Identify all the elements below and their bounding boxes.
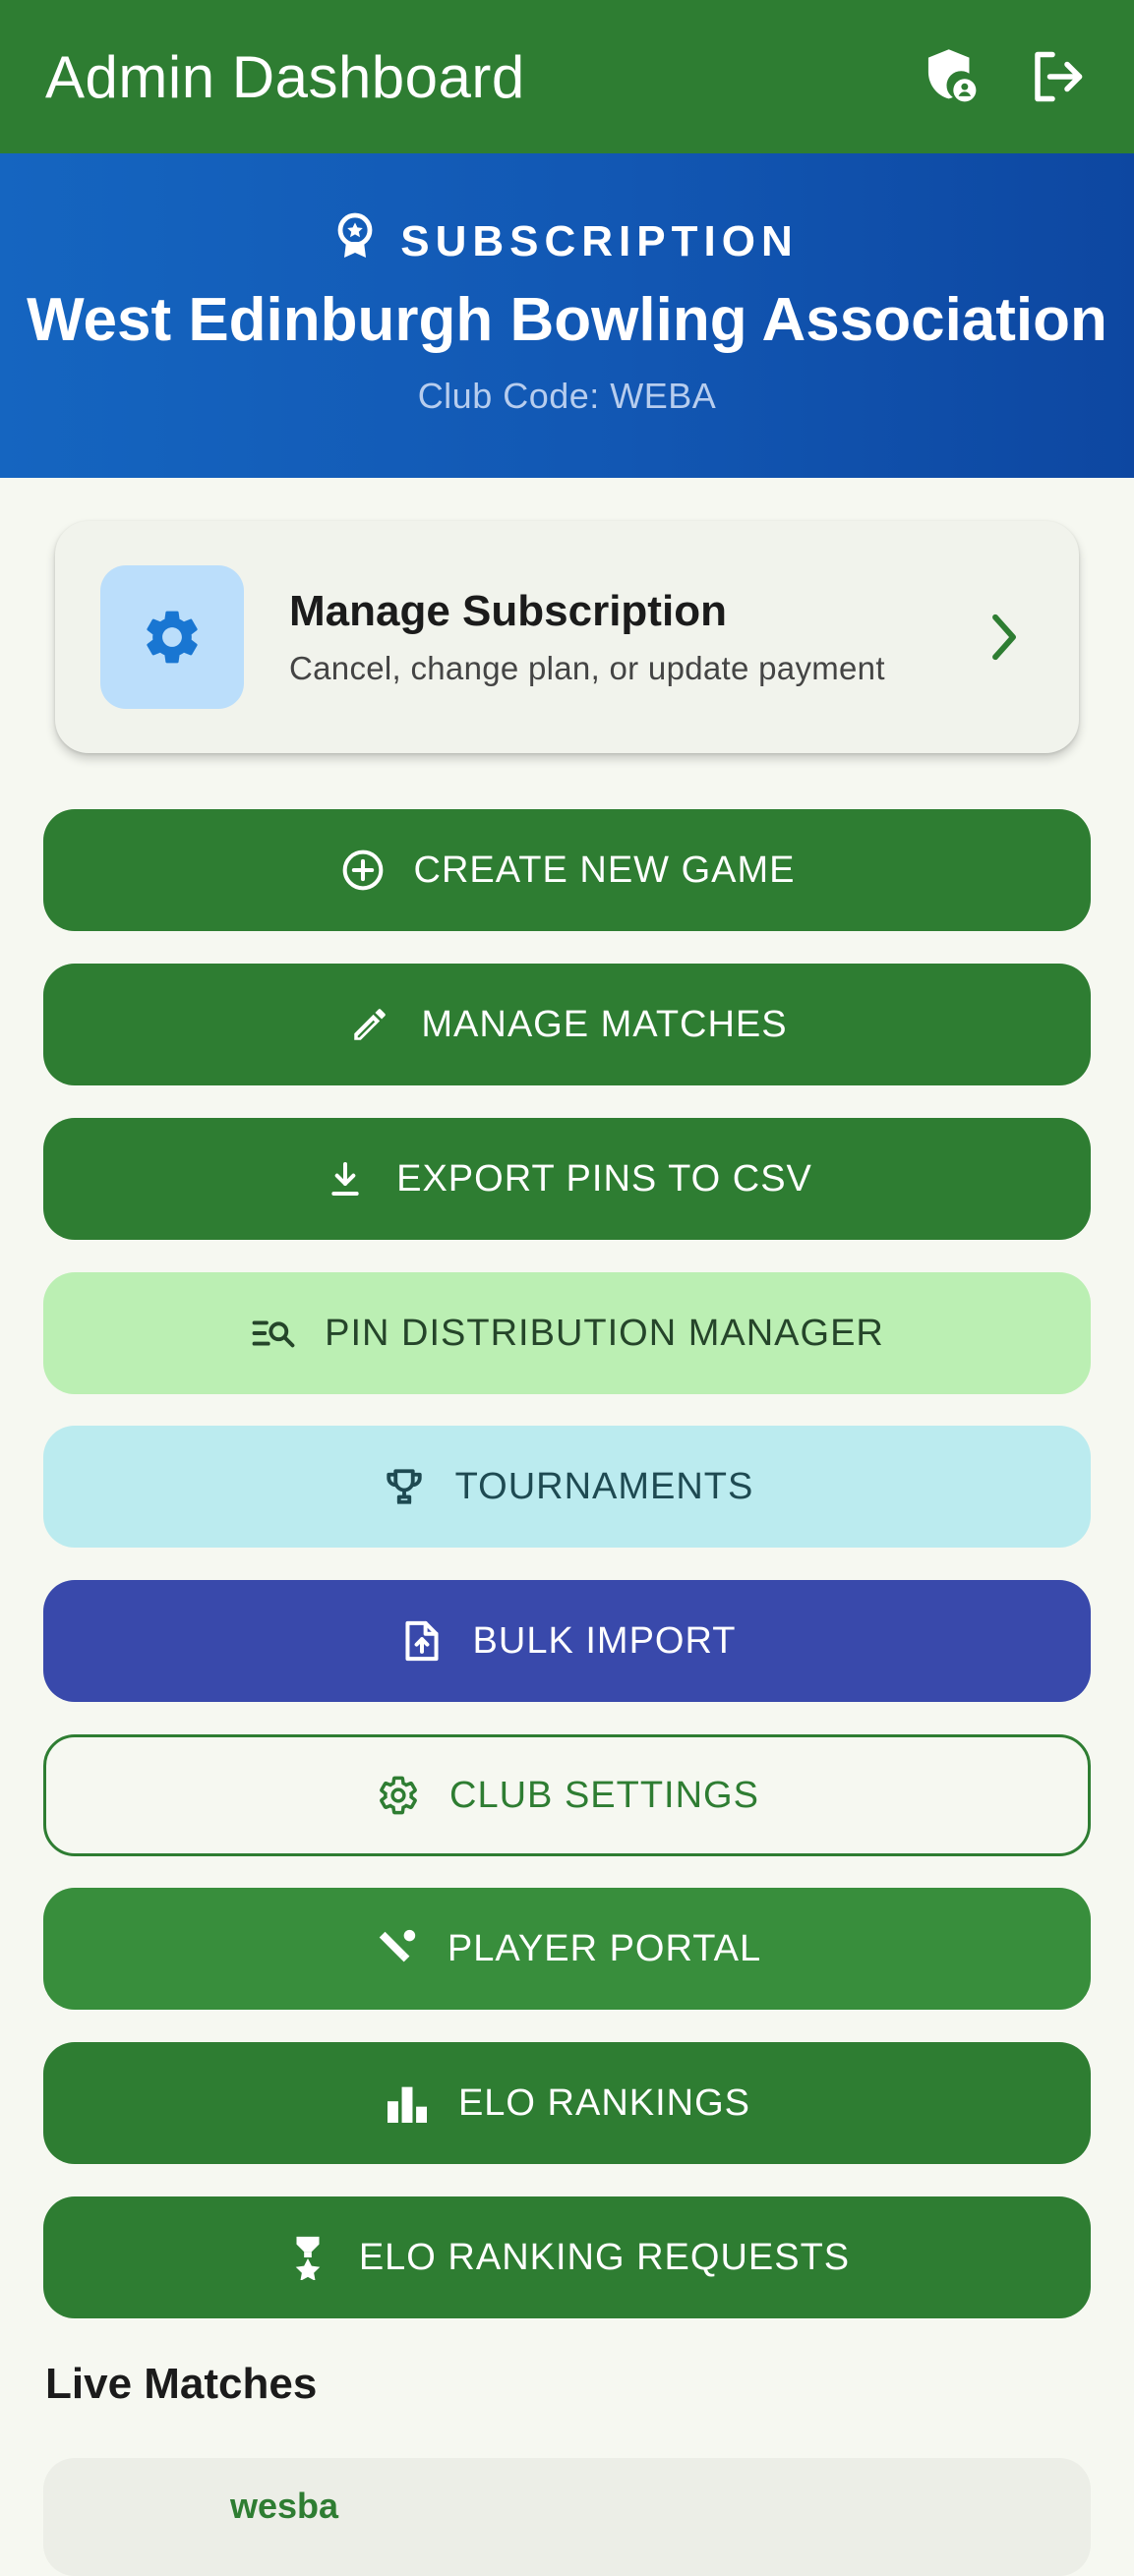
- elo-rankings-button[interactable]: ELO RANKINGS: [43, 2042, 1091, 2164]
- subscription-banner: SUBSCRIPTION West Edinburgh Bowling Asso…: [0, 153, 1134, 478]
- admin-shield-icon[interactable]: [920, 45, 983, 108]
- button-label: CLUB SETTINGS: [449, 1774, 759, 1816]
- button-label: EXPORT PINS TO CSV: [396, 1157, 812, 1200]
- sports-icon: [373, 1925, 420, 1972]
- manage-subscription-card[interactable]: Manage Subscription Cancel, change plan,…: [55, 521, 1079, 753]
- logout-icon[interactable]: [1026, 45, 1089, 108]
- club-code: Club Code: WEBA: [417, 376, 717, 416]
- award-icon: [284, 2234, 331, 2281]
- button-label: BULK IMPORT: [472, 1619, 737, 1662]
- leaderboard-icon: [384, 2079, 431, 2127]
- create-new-game-button[interactable]: CREATE NEW GAME: [43, 809, 1091, 931]
- download-icon: [322, 1155, 369, 1202]
- manage-matches-button[interactable]: MANAGE MATCHES: [43, 964, 1091, 1085]
- club-settings-button[interactable]: CLUB SETTINGS: [43, 1734, 1091, 1856]
- button-label: TOURNAMENTS: [454, 1465, 754, 1507]
- badge-icon: [335, 212, 375, 270]
- elo-ranking-requests-button[interactable]: ELO RANKING REQUESTS: [43, 2196, 1091, 2318]
- list-search-icon: [250, 1310, 297, 1357]
- settings-icon-box: [100, 565, 244, 709]
- app-bar-actions: [920, 45, 1089, 108]
- live-match-name: wesba: [230, 2486, 339, 2526]
- button-label: PLAYER PORTAL: [447, 1927, 762, 1969]
- live-matches-title: Live Matches: [45, 2360, 318, 2408]
- button-label: ELO RANKING REQUESTS: [358, 2236, 851, 2278]
- button-label: ELO RANKINGS: [457, 2081, 751, 2124]
- page-title: Admin Dashboard: [45, 43, 525, 110]
- pencil-icon: [346, 1001, 393, 1048]
- manage-subscription-text: Manage Subscription Cancel, change plan,…: [289, 587, 975, 687]
- button-label: MANAGE MATCHES: [421, 1003, 788, 1045]
- button-label: PIN DISTRIBUTION MANAGER: [325, 1312, 884, 1354]
- bulk-import-button[interactable]: BULK IMPORT: [43, 1580, 1091, 1702]
- button-label: CREATE NEW GAME: [413, 849, 796, 891]
- pin-distribution-manager-button[interactable]: PIN DISTRIBUTION MANAGER: [43, 1272, 1091, 1394]
- manage-subscription-subtitle: Cancel, change plan, or update payment: [289, 650, 885, 686]
- app-bar: Admin Dashboard: [0, 0, 1134, 153]
- gear-icon: [147, 611, 198, 664]
- gear-icon: [375, 1772, 422, 1819]
- kicker-text: SUBSCRIPTION: [400, 216, 799, 265]
- player-portal-button[interactable]: PLAYER PORTAL: [43, 1888, 1091, 2010]
- organization-name: West Edinburgh Bowling Association: [27, 286, 1107, 354]
- trophy-icon: [381, 1463, 428, 1510]
- subscription-kicker: SUBSCRIPTION: [0, 212, 1134, 270]
- file-upload-icon: [398, 1617, 446, 1665]
- chevron-right-icon: [975, 608, 1034, 667]
- export-pins-csv-button[interactable]: EXPORT PINS TO CSV: [43, 1118, 1091, 1240]
- live-match-card[interactable]: wesba: [43, 2458, 1091, 2576]
- add-circle-icon: [339, 847, 387, 894]
- manage-subscription-title: Manage Subscription: [289, 587, 727, 635]
- tournaments-button[interactable]: TOURNAMENTS: [43, 1426, 1091, 1548]
